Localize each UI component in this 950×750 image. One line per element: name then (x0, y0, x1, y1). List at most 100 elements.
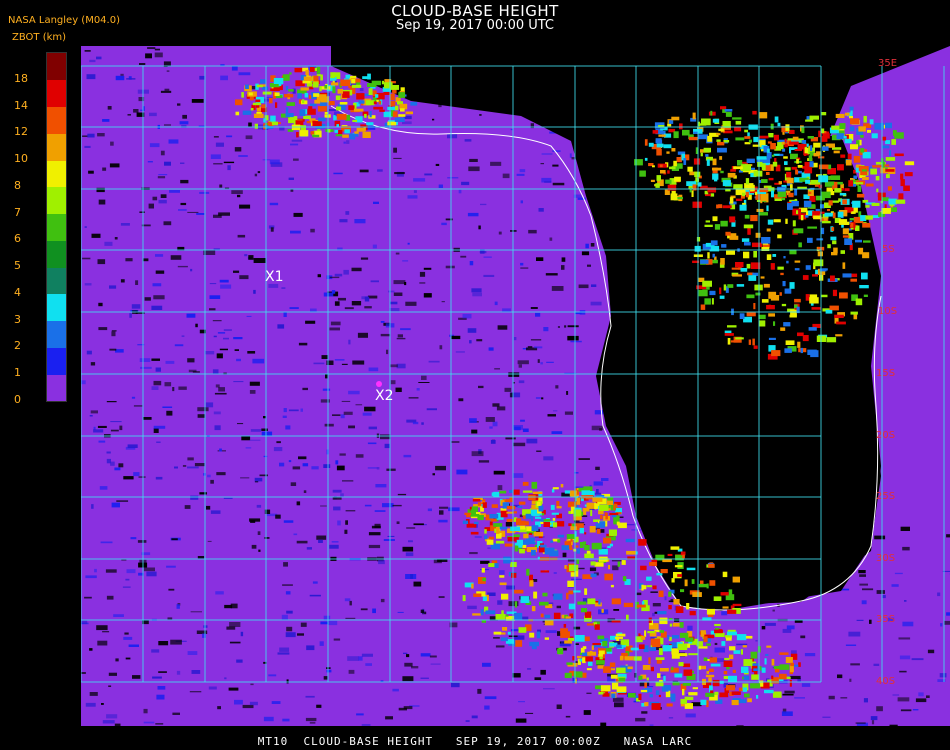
cloud-pixel (813, 142, 821, 148)
cloud-pixel (773, 219, 781, 223)
cloud-speckle (160, 194, 167, 198)
cloud-speckle (407, 242, 410, 245)
cloud-speckle (210, 154, 221, 159)
cloud-speckle (115, 658, 119, 662)
cloud-speckle (251, 544, 257, 549)
cloud-speckle (455, 351, 465, 353)
cloud-speckle (652, 603, 661, 607)
cloud-pixel (784, 288, 792, 294)
cloud-pixel (845, 159, 852, 166)
cloud-pixel (753, 170, 763, 177)
cloud-pixel (679, 622, 684, 628)
cloud-pixel (812, 274, 818, 277)
cloud-pixel (746, 263, 751, 269)
cloud-pixel (801, 127, 805, 134)
cloud-speckle (126, 569, 136, 574)
cloud-pixel (616, 644, 623, 649)
cloud-pixel (395, 105, 399, 111)
cloud-pixel (805, 265, 811, 270)
cloud-pixel (511, 572, 517, 578)
cloud-pixel (366, 122, 374, 126)
cloud-pixel (744, 214, 750, 219)
cloud-speckle (123, 636, 133, 640)
cloud-speckle (234, 147, 242, 152)
cloud-speckle (902, 621, 914, 627)
cloud-speckle (566, 391, 569, 395)
cloud-pixel (777, 266, 784, 270)
cloud-speckle (288, 177, 294, 180)
cloud-pixel (674, 673, 683, 678)
cloud-pixel (595, 523, 606, 528)
cloud-speckle (946, 534, 950, 538)
cloud-speckle (380, 321, 385, 323)
cloud-pixel (597, 665, 604, 669)
cloud-pixel (821, 112, 827, 116)
cloud-speckle (241, 436, 251, 441)
cloud-speckle (534, 346, 543, 349)
cloud-speckle (98, 327, 108, 331)
cloud-pixel (621, 645, 626, 648)
cloud-speckle (345, 211, 350, 215)
cloud-speckle (208, 686, 217, 690)
cloud-speckle (862, 588, 874, 591)
cloud-speckle (250, 683, 254, 686)
cloud-pixel (556, 521, 565, 527)
cloud-speckle (345, 510, 356, 512)
cloud-pixel (477, 515, 484, 521)
cloud-speckle (492, 421, 498, 427)
cloud-pixel (763, 283, 770, 288)
cloud-pixel (658, 590, 664, 597)
cloud-pixel (501, 593, 509, 600)
cloud-speckle (435, 163, 440, 166)
cloud-pixel (789, 282, 795, 289)
cloud-pixel (576, 497, 581, 505)
cloud-pixel (528, 532, 533, 535)
cloud-speckle (116, 500, 129, 502)
cloud-speckle (321, 355, 329, 359)
cloud-pixel (828, 176, 831, 181)
cloud-pixel (594, 502, 597, 510)
cloud-speckle (329, 327, 340, 331)
cloud-speckle (130, 537, 137, 540)
cloud-speckle (368, 532, 381, 536)
cloud-pixel (604, 573, 613, 581)
cloud-speckle (348, 339, 351, 345)
cloud-pixel (389, 101, 396, 107)
cloud-pixel (764, 658, 767, 665)
cloud-speckle (93, 429, 104, 433)
cloud-pixel (790, 662, 794, 667)
cloud-speckle (209, 283, 217, 285)
cloud-pixel (804, 147, 808, 154)
cloud-speckle (540, 362, 543, 365)
cloud-pixel (294, 67, 303, 73)
cloud-speckle (313, 362, 325, 365)
cloud-speckle (543, 327, 549, 332)
cloud-speckle (527, 668, 532, 670)
cloud-speckle (81, 672, 86, 674)
cloud-pixel (313, 75, 319, 82)
cloud-speckle (502, 173, 510, 179)
cloud-speckle (288, 409, 299, 412)
cloud-pixel (826, 337, 837, 343)
cloud-speckle (139, 211, 145, 213)
cloud-pixel (334, 129, 339, 133)
cloud-speckle (498, 231, 502, 235)
cloud-speckle (374, 523, 381, 528)
cloud-speckle (480, 203, 487, 206)
cloud-pixel (318, 117, 326, 122)
cloud-speckle (88, 170, 94, 174)
cloud-speckle (306, 547, 312, 550)
cloud-pixel (639, 170, 646, 177)
cloud-pixel (682, 688, 685, 696)
cloud-pixel (584, 611, 592, 618)
cloud-pixel (615, 636, 623, 639)
cloud-speckle (918, 692, 924, 697)
colorbar-tick-label: 4 (14, 285, 21, 299)
cloud-speckle (462, 313, 472, 319)
cloud-pixel (671, 578, 675, 583)
cloud-pixel (833, 181, 838, 189)
cloud-pixel (529, 541, 536, 544)
cloud-pixel (529, 641, 539, 647)
cloud-pixel (672, 682, 680, 686)
cloud-pixel (499, 526, 508, 530)
